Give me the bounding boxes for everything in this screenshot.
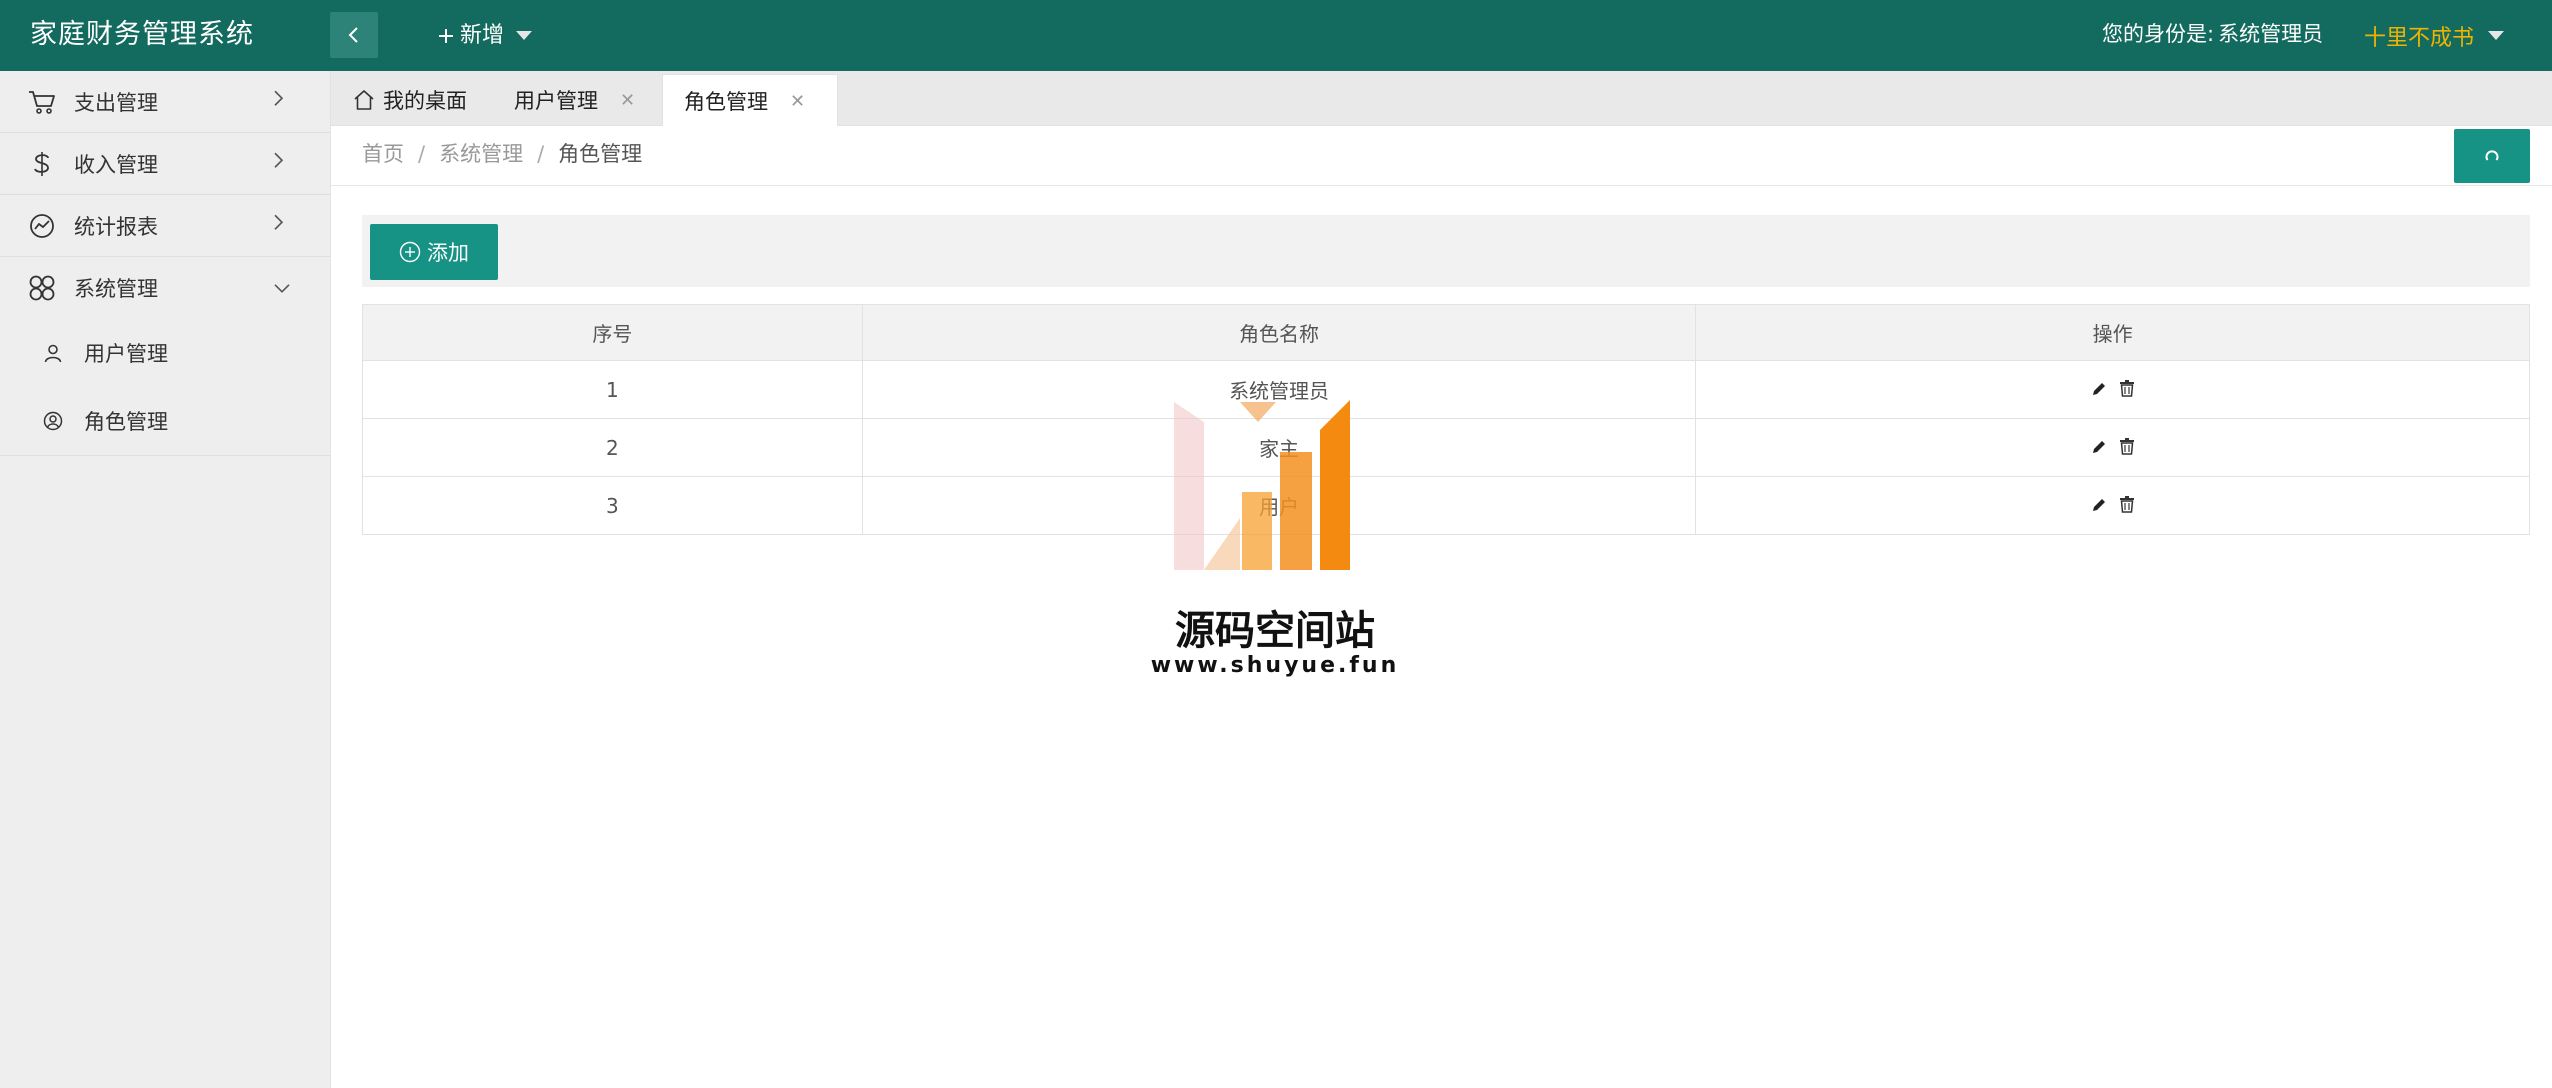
sidebar-item-label: 统计报表: [74, 214, 158, 239]
sidebar: 支出管理 收入管理 统计报表 系统管理 用户管理 角色管理: [0, 71, 331, 1088]
sidebar-submenu-system: 用户管理 角色管理: [0, 319, 330, 456]
breadcrumb-home[interactable]: 首页: [362, 142, 404, 166]
column-header-index: 序号: [362, 304, 863, 361]
grid-icon: [28, 274, 56, 302]
watermark-title: 源码空间站: [1175, 608, 1375, 654]
cell-actions: [1695, 476, 2530, 535]
add-button[interactable]: 添加: [370, 224, 498, 280]
close-icon[interactable]: ✕: [790, 91, 805, 112]
tab-label: 我的桌面: [383, 89, 467, 113]
add-button-label: 添加: [427, 241, 469, 265]
new-menu[interactable]: 新增: [438, 0, 533, 71]
sidebar-collapse-button[interactable]: [330, 12, 378, 58]
plus-icon: [439, 28, 453, 43]
chevron-right-icon: [272, 150, 284, 175]
dollar-icon: [28, 150, 56, 178]
chevron-left-icon: [348, 27, 358, 43]
identity-role: 系统管理员: [2218, 22, 2324, 46]
edit-icon[interactable]: [2091, 381, 2107, 397]
tab-users[interactable]: 用户管理 ✕: [514, 74, 635, 126]
sidebar-subitem-label: 角色管理: [84, 410, 168, 434]
sidebar-item-reports[interactable]: 统计报表: [0, 195, 330, 257]
plus-circle-icon: [399, 241, 421, 263]
sidebar-item-label: 收入管理: [74, 152, 158, 177]
tab-roles[interactable]: 角色管理 ✕: [662, 74, 838, 127]
chevron-right-icon: [272, 212, 284, 237]
username: 十里不成书: [2364, 25, 2475, 51]
cell-role-name: 系统管理员: [861, 360, 1697, 419]
breadcrumb-current: 角色管理: [558, 142, 643, 166]
identity-prefix: 您的身份是:: [2102, 22, 2215, 46]
sidebar-item-income[interactable]: 收入管理: [0, 133, 330, 195]
trash-icon[interactable]: [2119, 380, 2135, 397]
chart-icon: [28, 212, 56, 240]
tab-bar: 我的桌面 用户管理 ✕ 角色管理 ✕: [331, 71, 2552, 127]
home-icon: [354, 90, 374, 110]
user-circle-icon: [42, 410, 64, 432]
edit-icon[interactable]: [2091, 497, 2107, 513]
table-row: 3 用户: [362, 476, 2530, 535]
cell-actions: [1695, 360, 2530, 419]
cell-role-name: 用户: [861, 476, 1697, 535]
new-menu-label: 新增: [460, 23, 505, 48]
sidebar-item-system[interactable]: 系统管理: [0, 257, 330, 319]
sidebar-item-expense[interactable]: 支出管理: [0, 71, 330, 133]
column-header-role-name: 角色名称: [861, 304, 1697, 361]
cell-index: 3: [362, 476, 863, 535]
cell-actions: [1695, 418, 2530, 477]
watermark-url: www.shuyue.fun: [1150, 653, 1400, 678]
roles-table: 序号 角色名称 操作 1 系统管理员 2 家主 3 用户: [362, 304, 2530, 535]
caret-down-icon: [516, 31, 533, 40]
trash-icon[interactable]: [2119, 438, 2135, 455]
sidebar-item-roles[interactable]: 角色管理: [0, 387, 330, 455]
column-header-actions: 操作: [1695, 304, 2530, 361]
tab-label: 角色管理: [684, 90, 768, 114]
trash-icon[interactable]: [2119, 496, 2135, 513]
top-header: 家庭财务管理系统 新增 您的身份是: 系统管理员 十里不成书: [0, 0, 2552, 71]
sidebar-subitem-label: 用户管理: [84, 342, 168, 366]
user-menu[interactable]: 十里不成书: [2364, 0, 2505, 71]
app-title: 家庭财务管理系统: [30, 19, 254, 50]
cart-icon: [28, 88, 56, 116]
table-row: 2 家主: [362, 418, 2530, 477]
breadcrumb-system[interactable]: 系统管理: [439, 142, 523, 166]
refresh-button[interactable]: [2454, 129, 2530, 183]
user-icon: [42, 342, 64, 364]
tab-desktop[interactable]: 我的桌面: [353, 74, 467, 126]
user-identity: 您的身份是: 系统管理员: [2102, 0, 2323, 71]
refresh-icon: [2485, 150, 2499, 161]
table-toolbar: 添加: [362, 215, 2530, 287]
cell-index: 1: [362, 360, 863, 419]
table-header-row: 序号 角色名称 操作: [362, 304, 2530, 361]
chevron-right-icon: [272, 88, 284, 113]
edit-icon[interactable]: [2091, 439, 2107, 455]
close-icon[interactable]: ✕: [620, 90, 635, 111]
breadcrumb: 首页 / 系统管理 / 角色管理: [362, 126, 642, 184]
sidebar-item-label: 支出管理: [74, 90, 158, 115]
chevron-down-icon: [272, 275, 292, 299]
cell-role-name: 家主: [861, 418, 1697, 477]
cell-index: 2: [362, 418, 863, 477]
caret-down-icon: [2488, 31, 2505, 40]
breadcrumb-separator: /: [537, 142, 545, 166]
sidebar-item-users[interactable]: 用户管理: [0, 319, 330, 387]
sidebar-item-label: 系统管理: [74, 277, 158, 301]
breadcrumb-bar: 首页 / 系统管理 / 角色管理: [331, 126, 2552, 186]
breadcrumb-separator: /: [418, 142, 426, 166]
table-row: 1 系统管理员: [362, 360, 2530, 419]
tab-label: 用户管理: [514, 89, 598, 113]
